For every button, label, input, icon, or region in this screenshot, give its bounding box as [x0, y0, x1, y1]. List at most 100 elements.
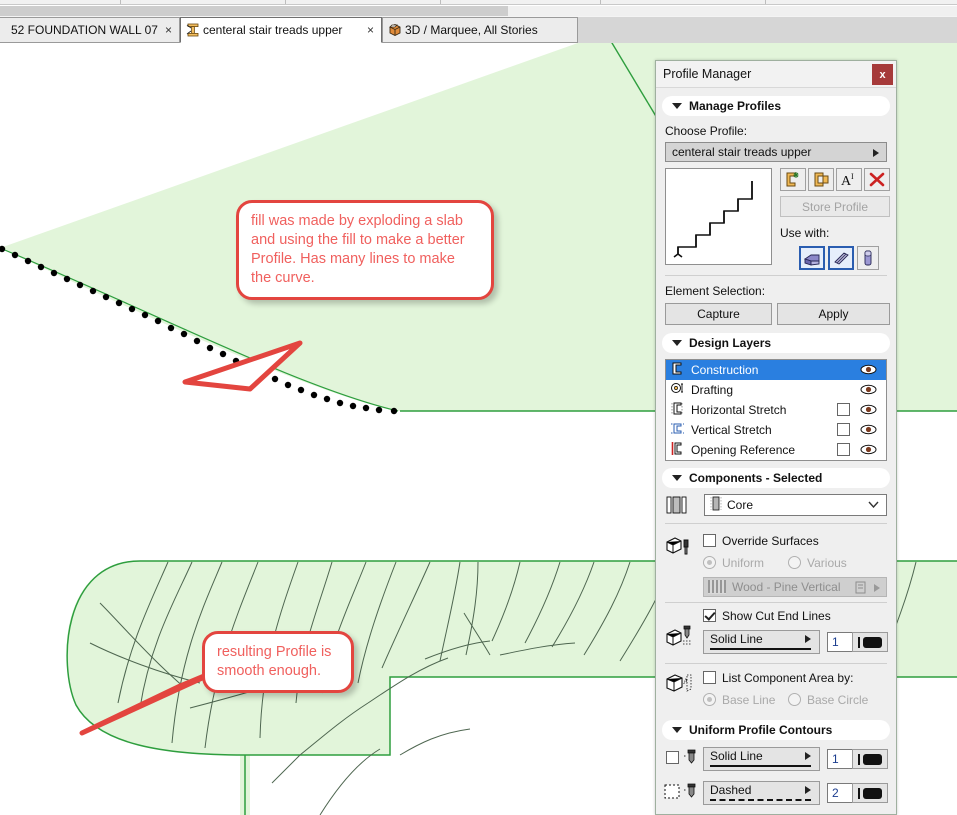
uniform-radio[interactable] [703, 556, 716, 569]
cut-end-line-pen-button[interactable] [852, 632, 888, 652]
delete-x-icon[interactable] [864, 168, 890, 191]
pen-color-swatch [863, 636, 882, 648]
section-design-layers[interactable]: Design Layers [662, 333, 890, 353]
various-radio[interactable] [788, 556, 801, 569]
cut-end-line-type-dropdown[interactable]: Solid Line [703, 630, 820, 654]
layer-row-opening-reference[interactable]: Opening Reference [666, 440, 886, 460]
layer-checkbox[interactable] [837, 423, 850, 436]
choose-profile-dropdown[interactable]: centeral stair treads upper [665, 142, 887, 162]
contour-row-solid: Solid Line 1 [656, 746, 896, 776]
svg-text:I: I [851, 172, 854, 181]
base-circle-radio[interactable] [788, 693, 801, 706]
override-surfaces-checkbox[interactable] [703, 534, 716, 547]
pen-weight-icon [858, 753, 860, 765]
line-preview [710, 799, 811, 801]
contour-solid-line-type-dropdown[interactable]: Solid Line [703, 747, 820, 771]
base-line-label: Base Line [722, 693, 776, 707]
use-with-wall-icon[interactable] [799, 246, 825, 270]
layer-row-vertical-stretch[interactable]: Vertical Stretch [666, 420, 886, 440]
layer-row-construction[interactable]: Construction [666, 360, 886, 380]
toolbar-separator [600, 0, 601, 4]
tab-label: centeral stair treads upper [203, 23, 343, 37]
annotation-callout-fill-explanation[interactable]: fill was made by exploding a slab and us… [236, 200, 494, 300]
layer-icon [670, 441, 685, 459]
list-component-area-label: List Component Area by: [722, 671, 854, 685]
contour-dashed-line-type-dropdown[interactable]: Dashed [703, 781, 820, 805]
tab-3d-marquee-all-stories[interactable]: 3D / Marquee, All Stories [382, 17, 578, 43]
duplicate-profile-button[interactable] [808, 168, 834, 191]
contour-row-dashed: Dashed 2 [656, 780, 896, 812]
area-label-icon: A [665, 672, 693, 697]
layer-name: Horizontal Stretch [691, 403, 787, 417]
layer-checkbox[interactable] [837, 403, 850, 416]
section-manage-profiles[interactable]: Manage Profiles [662, 96, 890, 116]
annotation-callout-profile-smooth[interactable]: resulting Profile is smooth enough. [202, 631, 354, 693]
layer-name: Opening Reference [691, 443, 796, 457]
contour-dashed-line-type-value: Dashed [710, 783, 752, 797]
material-dropdown[interactable]: Wood - Pine Vertical [703, 577, 887, 597]
chevron-down-icon[interactable] [672, 340, 682, 346]
list-component-area-group: A List Component Area by: Base Line Base… [656, 670, 896, 718]
chevron-right-icon [873, 149, 879, 157]
pen-color-swatch [863, 753, 882, 765]
tab-label: 52 FOUNDATION WALL 07 [11, 23, 158, 37]
pen-weight-icon [858, 787, 860, 799]
use-with-beam-icon[interactable] [828, 246, 854, 270]
eye-icon[interactable] [860, 403, 877, 419]
store-profile-button[interactable]: Store Profile [780, 196, 890, 217]
layer-name: Construction [691, 363, 759, 377]
section-uniform-profile-contours[interactable]: Uniform Profile Contours [662, 720, 890, 740]
design-layers-list[interactable]: Construction Drafting Horizontal Stretch… [665, 359, 887, 461]
new-profile-button[interactable] [780, 168, 806, 191]
layer-checkbox[interactable] [837, 443, 850, 456]
use-with-column-icon[interactable] [857, 246, 879, 270]
layer-name: Vertical Stretch [691, 423, 772, 437]
profile-beam-icon [185, 22, 201, 38]
capture-button[interactable]: Capture [665, 303, 772, 325]
contour-dashed-pen-button[interactable] [852, 783, 888, 803]
eye-icon[interactable] [860, 423, 877, 439]
tab-centeral-stair-treads-upper[interactable]: centeral stair treads upper × [180, 17, 382, 43]
eye-icon[interactable] [860, 443, 877, 459]
show-cut-end-lines-checkbox[interactable] [703, 609, 716, 622]
list-component-area-checkbox[interactable] [703, 671, 716, 684]
section-components-selected[interactable]: Components - Selected [662, 468, 890, 488]
uniform-label: Uniform [722, 556, 765, 570]
profile-manager-palette[interactable]: Profile Manager x Manage Profiles Choose… [655, 60, 897, 815]
palette-title: Profile Manager [663, 67, 752, 81]
toolbar-separator [285, 0, 286, 4]
divider [665, 663, 887, 664]
choose-profile-label: Choose Profile: [665, 124, 748, 138]
divider [665, 523, 887, 524]
component-dropdown[interactable]: Core [704, 494, 887, 516]
section-title: Components - Selected [689, 471, 823, 485]
eye-icon[interactable] [860, 363, 877, 379]
layer-row-horizontal-stretch[interactable]: Horizontal Stretch [666, 400, 886, 420]
toolbar-separator [440, 0, 441, 4]
chevron-down-icon[interactable] [672, 103, 682, 109]
apply-button[interactable]: Apply [777, 303, 890, 325]
chevron-right-icon [874, 584, 880, 592]
layer-icon [670, 401, 685, 419]
choose-profile-value: centeral stair treads upper [672, 145, 812, 159]
chevron-down-icon[interactable] [672, 475, 682, 481]
element-selection-label: Element Selection: [665, 284, 766, 298]
layer-row-drafting[interactable]: Drafting [666, 380, 886, 400]
material-swatch-icon [708, 579, 726, 594]
preview-and-tools: A I Store Profile Use with: [656, 168, 896, 273]
contour-solid-pen-button[interactable] [852, 749, 888, 769]
tab-close-icon[interactable]: × [165, 23, 172, 37]
cut-end-line-type-value: Solid Line [710, 632, 763, 646]
tab-foundation-wall[interactable]: 52 FOUNDATION WALL 07 × [0, 17, 180, 43]
eye-icon[interactable] [860, 383, 877, 399]
component-skin-icon [666, 496, 688, 517]
close-icon[interactable]: x [872, 64, 893, 85]
horizontal-scrollbar-thumb[interactable] [0, 6, 508, 16]
tab-close-icon[interactable]: × [367, 23, 374, 37]
contour-solid-checkbox[interactable] [666, 751, 679, 764]
rename-text-icon[interactable]: A I [836, 168, 862, 191]
chevron-down-icon[interactable] [672, 727, 682, 733]
chevron-right-icon [805, 635, 811, 643]
base-line-radio[interactable] [703, 693, 716, 706]
palette-title-bar[interactable]: Profile Manager x [656, 61, 896, 88]
